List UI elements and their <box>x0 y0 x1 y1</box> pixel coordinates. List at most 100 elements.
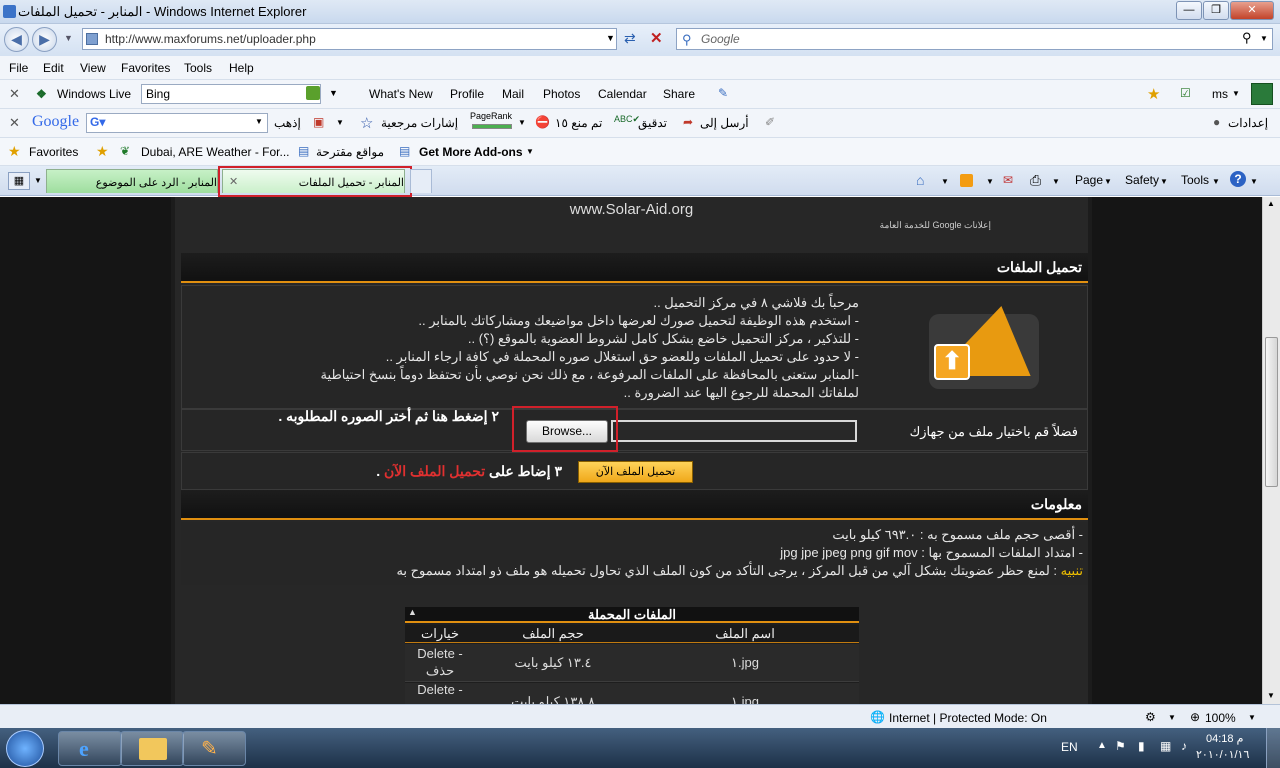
live-link-mail[interactable]: Mail <box>502 87 524 101</box>
bookmarks-button[interactable]: إشارات مرجعية <box>381 116 458 130</box>
action-center-flag-icon[interactable]: ⚑ <box>1115 739 1126 753</box>
menu-tools[interactable]: Tools <box>184 61 212 75</box>
user-dropdown-icon[interactable]: ▼ <box>1232 89 1240 98</box>
file-name[interactable]: ١.jpg <box>635 655 855 671</box>
live-link-whats-new[interactable]: What's New <box>369 87 433 101</box>
taskbar-explorer-button[interactable] <box>120 731 184 766</box>
home-icon[interactable]: ⌂ <box>916 172 924 188</box>
home-dropdown-icon[interactable]: ▼ <box>941 177 949 186</box>
clock-date[interactable]: ٢٠١٠/٠١/١٦ <box>1196 748 1249 761</box>
addons-dropdown-icon[interactable]: ▼ <box>526 147 534 156</box>
tools-menu[interactable]: Tools <box>1181 173 1209 187</box>
send-to-button[interactable]: أرسل إلى <box>700 116 749 130</box>
collapse-icon[interactable]: ▲ <box>408 607 417 617</box>
google-go-button[interactable]: إذهب <box>274 116 301 130</box>
address-input[interactable]: http://www.maxforums.net/uploader.php <box>82 28 617 50</box>
live-link-calendar[interactable]: Calendar <box>598 87 647 101</box>
clock-time[interactable]: 04:18 م <box>1206 732 1243 745</box>
forward-button[interactable]: ▶ <box>32 27 57 52</box>
highlight-icon[interactable]: ✐ <box>765 115 775 129</box>
taskbar-paint-button[interactable]: ✎ <box>182 731 246 766</box>
fav-get-addons[interactable]: Get More Add-ons <box>419 145 523 159</box>
feeds-dropdown-icon[interactable]: ▼ <box>986 177 994 186</box>
settings-button[interactable]: إعدادات <box>1228 116 1268 130</box>
fav-suggested-sites[interactable]: مواقع مقترحة <box>316 145 384 159</box>
volume-icon[interactable]: ♪ <box>1181 739 1187 753</box>
address-dropdown-icon[interactable]: ▼ <box>606 33 615 43</box>
help-icon[interactable]: ? <box>1230 171 1246 187</box>
pagerank-dropdown-icon[interactable]: ▼ <box>518 118 526 127</box>
help-dropdown-icon[interactable]: ▼ <box>1250 177 1258 186</box>
google-news-icon[interactable]: ▣ <box>313 115 324 129</box>
safety-menu[interactable]: Safety <box>1125 173 1159 187</box>
show-desktop-button[interactable] <box>1266 728 1280 768</box>
close-toolbar-icon[interactable]: ✕ <box>9 86 20 102</box>
search-options-icon[interactable]: ▼ <box>1260 34 1268 43</box>
popup-blocked-count[interactable]: تم منع ١٥ <box>555 116 602 130</box>
network-icon[interactable]: ▦ <box>1160 739 1171 753</box>
delete-link-ar[interactable]: حذف <box>405 663 475 679</box>
feeds-icon[interactable] <box>960 174 973 187</box>
scroll-down-icon[interactable]: ▼ <box>1267 691 1275 700</box>
recent-pages-icon[interactable]: ▼ <box>64 33 73 43</box>
spellcheck-button[interactable]: تدقيق <box>638 116 667 130</box>
start-button[interactable] <box>6 730 44 767</box>
print-icon[interactable]: ⎙ <box>1030 172 1041 189</box>
search-input[interactable]: Google <box>676 28 1273 50</box>
protected-mode-icon[interactable]: ⚙ <box>1145 710 1156 724</box>
minimize-button[interactable]: — <box>1176 1 1202 20</box>
upload-now-button[interactable]: تحميل الملف الآن <box>578 461 693 483</box>
menu-favorites[interactable]: Favorites <box>121 61 170 75</box>
search-go-icon[interactable]: ⚲ <box>1242 30 1252 46</box>
delete-link[interactable]: Delete - <box>405 682 475 697</box>
page-menu[interactable]: Page <box>1075 173 1103 187</box>
page-menu-dropdown-icon[interactable]: ▼ <box>1104 177 1112 186</box>
live-link-profile[interactable]: Profile <box>450 87 484 101</box>
menu-edit[interactable]: Edit <box>43 61 64 75</box>
vertical-scrollbar[interactable]: ▲ ▼ <box>1262 197 1280 704</box>
print-dropdown-icon[interactable]: ▼ <box>1052 177 1060 186</box>
scrollbar-thumb[interactable] <box>1265 337 1278 487</box>
google-ads-label[interactable]: إعلانات Google للخدمة العامة <box>775 220 991 231</box>
taskbar-ie-button[interactable]: e <box>58 731 122 766</box>
google-search-input[interactable]: G▾ <box>86 113 268 133</box>
add-favorite-icon[interactable]: ★ <box>96 143 109 160</box>
live-search-dropdown-icon[interactable]: ▼ <box>329 88 338 98</box>
scroll-up-icon[interactable]: ▲ <box>1267 199 1275 208</box>
stop-icon[interactable]: ✕ <box>650 29 663 47</box>
input-language[interactable]: EN <box>1061 740 1078 754</box>
fav-weather-link[interactable]: Dubai, ARE Weather - For... <box>141 145 290 159</box>
favorite-star-icon[interactable]: ★ <box>1147 85 1160 103</box>
windows-live-brand[interactable]: Windows Live <box>57 87 131 101</box>
pagerank-label[interactable]: PageRank <box>470 111 512 121</box>
security-zone[interactable]: Internet | Protected Mode: On <box>889 711 1047 725</box>
live-link-share[interactable]: Share <box>663 87 695 101</box>
menu-file[interactable]: File <box>9 61 28 75</box>
delete-link[interactable]: Delete - <box>405 646 475 661</box>
checkmark-icon[interactable]: ☑ <box>1180 86 1191 100</box>
file-path-input[interactable] <box>611 420 857 442</box>
tray-expand-icon[interactable]: ▲ <box>1097 740 1107 751</box>
solar-aid-link[interactable]: www.Solar-Aid.org <box>175 201 1088 218</box>
read-mail-icon[interactable]: ✉ <box>1003 173 1013 187</box>
live-search-icon[interactable] <box>306 86 320 100</box>
live-user-name[interactable]: ms <box>1212 87 1228 101</box>
zoom-level[interactable]: 100% <box>1205 711 1236 725</box>
menu-view[interactable]: View <box>80 61 106 75</box>
avatar[interactable] <box>1251 83 1273 105</box>
zone-dropdown-icon[interactable]: ▼ <box>1168 713 1176 722</box>
translate-icon[interactable]: ✎ <box>718 86 728 100</box>
google-search-dropdown-icon[interactable]: ▼ <box>255 117 263 126</box>
new-tab-button[interactable] <box>410 169 432 193</box>
close-button[interactable]: ✕ <box>1230 1 1274 20</box>
quick-tabs-icon[interactable]: ▦ <box>8 172 30 190</box>
file-name[interactable]: ١.jpg <box>635 694 855 704</box>
zoom-dropdown-icon[interactable]: ▼ <box>1248 713 1256 722</box>
news-dropdown-icon[interactable]: ▼ <box>336 118 344 127</box>
tab-list-dropdown-icon[interactable]: ▼ <box>34 176 42 185</box>
maximize-button[interactable]: ❐ <box>1203 1 1229 20</box>
tools-menu-dropdown-icon[interactable]: ▼ <box>1212 177 1220 186</box>
back-button[interactable]: ◀ <box>4 27 29 52</box>
refresh-icon[interactable]: ⇄ <box>624 30 636 47</box>
tab-reply-topic[interactable]: المنابر - الرد على الموضوع <box>46 169 218 193</box>
